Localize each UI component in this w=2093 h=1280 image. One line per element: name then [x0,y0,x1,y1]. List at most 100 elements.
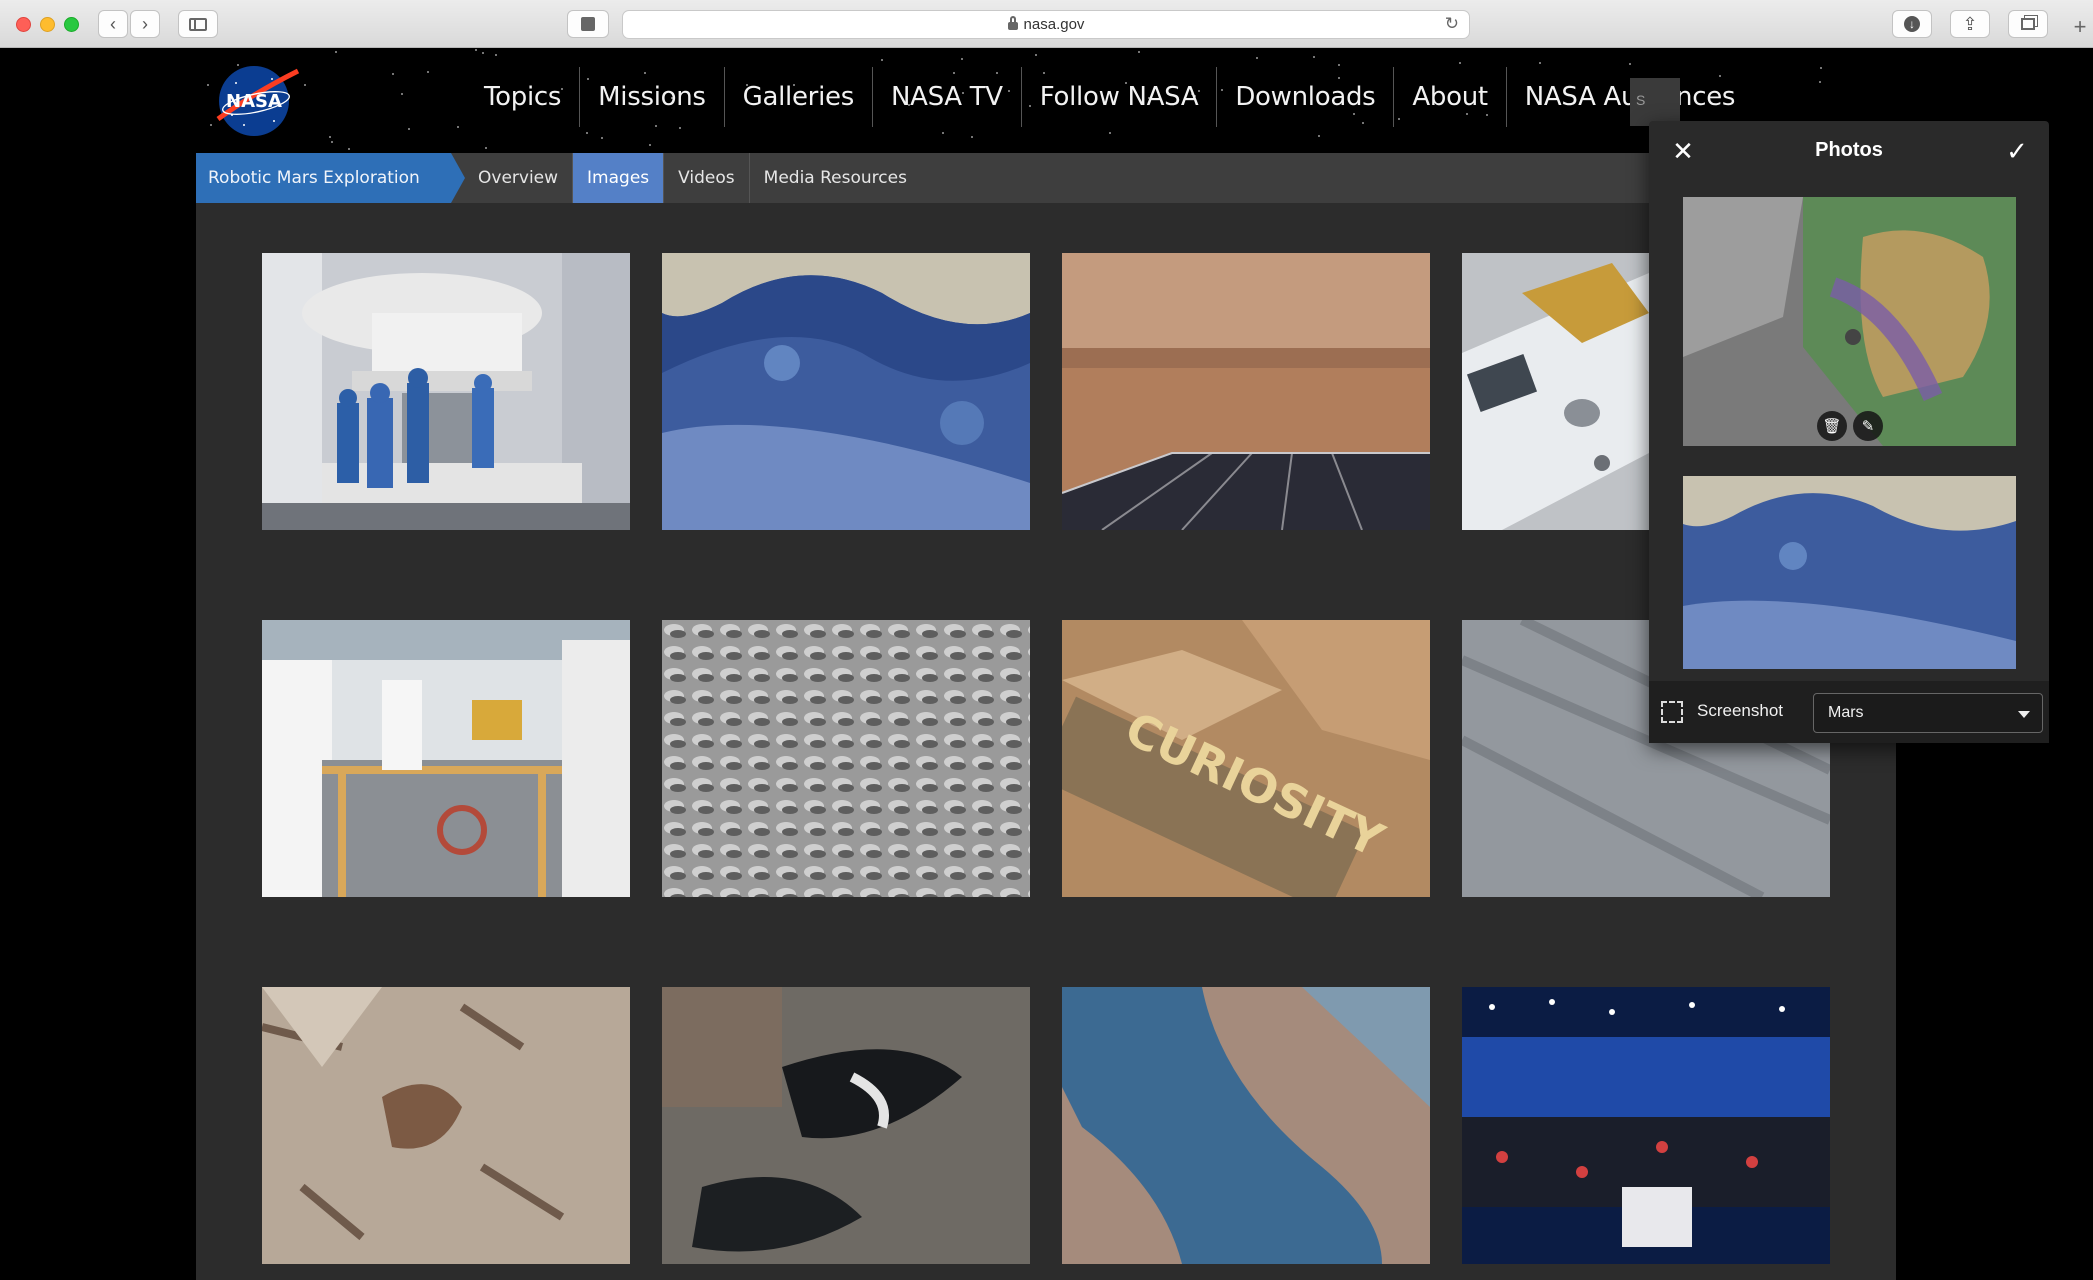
screenshot-icon[interactable] [1661,701,1683,723]
url-text: nasa.gov [1023,16,1085,33]
photo-thumbnail[interactable]: 🗑 ✎ [1683,197,2016,446]
star-dot [408,128,410,130]
minimize-window-button[interactable] [40,17,55,32]
section-breadcrumb[interactable]: Robotic Mars Exploration [196,153,465,203]
zoom-window-button[interactable] [64,17,79,32]
pencil-icon[interactable]: ✎ [1853,411,1883,441]
popover-header: ✕ Photos ✓ [1649,121,2049,181]
star-dot [485,147,487,149]
chevron-down-icon [2018,711,2030,718]
star-dot [971,136,973,138]
nav-follow-nasa[interactable]: Follow NASA [1022,67,1218,127]
plus-icon: + [2073,14,2087,39]
star-dot [495,54,497,56]
star-dot [457,126,459,128]
star-dot [427,71,429,73]
star-dot [392,73,394,75]
star-dot [649,144,651,146]
forward-button[interactable]: › [130,10,160,38]
star-dot [1138,51,1140,53]
thumbnail-tools: 🗑 ✎ [1817,411,1883,441]
nav-topics[interactable]: Topics [466,67,581,127]
star-dot [1109,132,1111,134]
share-button[interactable]: ⇪ [1950,10,1990,38]
tab-overview[interactable]: Overview [464,153,574,203]
star-dot [331,141,333,143]
nav-downloads[interactable]: Downloads [1217,67,1395,127]
gallery-image[interactable] [1462,987,1830,1264]
star-dot [401,93,403,95]
nav-about[interactable]: About [1394,67,1507,127]
gallery-image[interactable] [1462,253,1649,530]
tab-videos[interactable]: Videos [664,153,750,203]
album-selected-value: Mars [1828,704,1864,721]
tabs-icon [2021,18,2035,30]
star-dot [1338,64,1340,66]
star-dot [679,127,681,129]
section-subnav: Robotic Mars Exploration Overview Images… [196,153,1896,203]
star-dot [304,84,306,86]
gallery-image[interactable] [662,620,1030,897]
nav-missions[interactable]: Missions [580,67,725,127]
star-dot [961,58,963,60]
star-dot [1318,135,1320,137]
trash-icon[interactable]: 🗑 [1817,411,1847,441]
share-icon: ⇪ [1962,13,1978,34]
sidebar-toggle-button[interactable] [178,10,218,38]
photos-popover: ✕ Photos ✓ 🗑 ✎ Screenshot Mars [1649,121,2049,743]
download-icon: ↓ [1904,16,1920,32]
site-search-input[interactable]: S [1630,78,1680,126]
web-page: NASA Topics Missions Galleries NASA TV F… [0,49,2093,1280]
star-dot [210,124,212,126]
gallery-image[interactable] [262,987,630,1264]
nasa-logo-text: NASA [226,91,282,112]
nasa-logo[interactable]: NASA [214,63,300,137]
browser-toolbar: ‹ › nasa.gov ↻ ↓ ⇪ + [0,0,2093,48]
sidebar-icon [189,17,207,31]
nav-nasa-tv[interactable]: NASA TV [873,67,1022,127]
star-dot [1539,62,1541,64]
star-dot [881,59,883,61]
reader-button[interactable] [567,10,609,38]
star-dot [1819,81,1821,83]
tab-images[interactable]: Images [573,153,665,203]
tabs-overview-button[interactable] [2008,10,2048,38]
star-dot [207,84,209,86]
album-dropdown[interactable]: Mars [1813,693,2043,733]
star-dot [942,132,944,134]
star-dot [329,136,331,138]
star-dot [335,51,337,53]
screenshot-label[interactable]: Screenshot [1697,701,1783,721]
tab-media-resources[interactable]: Media Resources [750,153,921,203]
gallery-image[interactable]: CURIOSITY [1062,620,1430,897]
gallery-image[interactable] [1062,987,1430,1264]
star-dot [348,148,350,150]
popover-footer: Screenshot Mars [1649,681,2049,743]
close-window-button[interactable] [16,17,31,32]
lock-icon [1007,15,1018,30]
gallery-image[interactable] [262,620,630,897]
star-dot [1035,54,1037,56]
downloads-button[interactable]: ↓ [1892,10,1932,38]
reload-icon[interactable]: ↻ [1445,14,1459,34]
popover-title: Photos [1815,139,1883,161]
star-dot [482,52,484,54]
star-dot [1820,67,1822,69]
star-dot [586,132,588,134]
gallery-image[interactable] [662,987,1030,1264]
star-dot [1459,62,1461,64]
star-dot [1256,57,1258,59]
photo-thumbnail[interactable] [1683,476,2016,669]
gallery-image[interactable] [662,253,1030,530]
back-button[interactable]: ‹ [98,10,128,38]
new-tab-button[interactable]: + [2067,14,2093,40]
chevron-left-icon: ‹ [110,13,116,34]
address-bar[interactable]: nasa.gov ↻ [622,10,1470,39]
gallery-image[interactable] [262,253,630,530]
checkmark-icon[interactable]: ✓ [2003,137,2031,165]
browser-window: ‹ › nasa.gov ↻ ↓ ⇪ + NASA Topics Mission… [0,0,2093,1280]
nav-galleries[interactable]: Galleries [725,67,873,127]
main-navigation: Topics Missions Galleries NASA TV Follow… [466,67,1753,127]
star-dot [1629,63,1631,65]
gallery-image[interactable] [1062,253,1430,530]
